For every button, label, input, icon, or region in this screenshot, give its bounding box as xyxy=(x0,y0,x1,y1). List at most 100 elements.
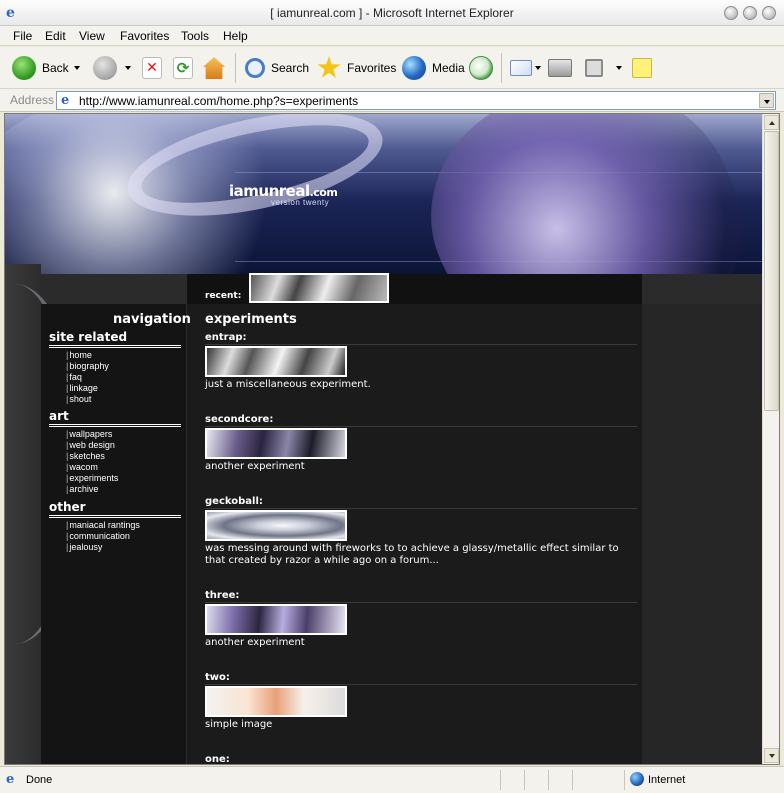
entry-title: secondcore: xyxy=(205,414,637,427)
browser-viewport: iamunreal.com version twenty recent: nav… xyxy=(4,113,780,765)
web-page: iamunreal.com version twenty recent: nav… xyxy=(5,114,763,764)
scroll-down-button[interactable] xyxy=(764,748,779,763)
search-icon xyxy=(245,58,265,78)
vertical-scrollbar[interactable] xyxy=(762,114,779,764)
media-globe-icon xyxy=(402,56,426,80)
edit-button[interactable] xyxy=(585,55,609,81)
sticky-note-icon xyxy=(632,58,652,78)
favorites-star-icon xyxy=(317,56,341,78)
nav-heading: site related xyxy=(49,330,181,348)
entry-thumbnail[interactable] xyxy=(205,510,347,541)
menu-tools[interactable]: Tools xyxy=(181,29,209,43)
nav-link-archive[interactable]: archive xyxy=(66,484,181,495)
nav-link-jealousy[interactable]: jealousy xyxy=(66,542,181,553)
back-button[interactable]: Back xyxy=(12,55,69,81)
entry-thumbnail[interactable] xyxy=(205,686,347,717)
status-divider xyxy=(572,770,573,790)
print-icon xyxy=(548,59,572,77)
status-text: Done xyxy=(26,774,53,786)
section-title: experiments xyxy=(205,312,297,327)
forward-button[interactable] xyxy=(93,55,123,81)
favorites-button[interactable]: Favorites xyxy=(317,55,396,81)
experiment-entry: three: another experiment xyxy=(205,590,637,649)
nav-link-faq[interactable]: faq xyxy=(66,372,181,383)
menu-view[interactable]: View xyxy=(79,29,105,43)
search-label: Search xyxy=(271,61,310,75)
security-zone-text: Internet xyxy=(648,774,686,786)
menu-help[interactable]: Help xyxy=(223,29,248,43)
refresh-button[interactable]: ⟳ xyxy=(173,55,199,81)
nav-link-wallpapers[interactable]: wallpapers xyxy=(66,429,181,440)
nav-link-maniacal-rantings[interactable]: maniacal rantings xyxy=(66,520,181,531)
entry-title: entrap: xyxy=(205,332,637,345)
status-bar: e Done Internet xyxy=(0,766,784,793)
experiment-entry: two: simple image xyxy=(205,672,637,731)
title-bar: e [ iamunreal.com ] - Microsoft Internet… xyxy=(0,0,784,26)
refresh-icon: ⟳ xyxy=(173,57,193,79)
media-label: Media xyxy=(432,61,465,75)
menu-favorites[interactable]: Favorites xyxy=(120,29,169,43)
home-icon xyxy=(203,57,225,79)
entry-thumbnail[interactable] xyxy=(205,346,347,377)
nav-section-art: art wallpapers web design sketches wacom… xyxy=(49,409,181,495)
print-button[interactable] xyxy=(548,55,578,81)
close-button[interactable] xyxy=(762,6,776,20)
forward-dropdown-icon[interactable] xyxy=(125,66,131,70)
menu-file[interactable]: File xyxy=(13,29,32,43)
maximize-button[interactable] xyxy=(743,6,757,20)
mail-icon xyxy=(510,60,532,76)
history-icon xyxy=(469,56,493,80)
site-version: version twenty xyxy=(271,198,330,207)
nav-link-biography[interactable]: biography xyxy=(66,361,181,372)
nav-link-experiments[interactable]: experiments xyxy=(66,473,181,484)
recent-thumbnail[interactable] xyxy=(249,273,389,303)
status-divider xyxy=(524,770,525,790)
status-divider xyxy=(548,770,549,790)
page-status-icon: e xyxy=(6,772,15,787)
forward-arrow-icon xyxy=(93,56,117,80)
entry-title: geckoball: xyxy=(205,496,637,509)
stop-button[interactable]: ✕ xyxy=(142,55,168,81)
nav-link-sketches[interactable]: sketches xyxy=(66,451,181,462)
entry-thumbnail[interactable] xyxy=(205,604,347,635)
address-dropdown-button[interactable] xyxy=(759,93,774,108)
mail-dropdown-icon[interactable] xyxy=(535,66,541,70)
address-url[interactable]: http://www.iamunreal.com/home.php?s=expe… xyxy=(79,94,358,108)
address-input[interactable]: e http://www.iamunreal.com/home.php?s=ex… xyxy=(56,91,776,110)
left-decoration xyxy=(5,264,85,764)
scroll-up-button[interactable] xyxy=(764,115,779,130)
experiment-entry: one: xyxy=(205,754,637,764)
nav-heading: art xyxy=(49,409,181,427)
toolbar-separator xyxy=(235,53,236,83)
entry-title: two: xyxy=(205,672,637,685)
experiment-entry: geckoball: was messing around with firew… xyxy=(205,496,637,567)
media-button[interactable]: Media xyxy=(402,55,465,81)
menu-bar: File Edit View Favorites Tools Help xyxy=(0,26,784,71)
menu-edit[interactable]: Edit xyxy=(45,29,66,43)
entry-title: one: xyxy=(205,754,637,764)
edit-dropdown-icon[interactable] xyxy=(616,66,622,70)
entry-thumbnail[interactable] xyxy=(205,428,347,459)
entry-description: just a miscellaneous experiment. xyxy=(205,379,371,390)
scroll-thumb[interactable] xyxy=(764,131,779,411)
back-dropdown-icon[interactable] xyxy=(74,66,80,70)
navigation-title: navigation xyxy=(113,312,191,327)
internet-zone-globe-icon xyxy=(630,772,644,786)
home-button[interactable] xyxy=(203,55,231,81)
minimize-button[interactable] xyxy=(724,6,738,20)
right-margin xyxy=(642,304,763,764)
nav-link-wacom[interactable]: wacom xyxy=(66,462,181,473)
nav-link-home[interactable]: home xyxy=(66,350,181,361)
mail-button[interactable] xyxy=(510,55,538,81)
nav-section-site-related: site related home biography faq linkage … xyxy=(49,330,181,405)
nav-link-shout[interactable]: shout xyxy=(66,394,181,405)
experiment-entry: secondcore: another experiment xyxy=(205,414,637,473)
notes-button[interactable] xyxy=(632,55,658,81)
nav-link-web-design[interactable]: web design xyxy=(66,440,181,451)
stop-icon: ✕ xyxy=(142,57,162,79)
favorites-label: Favorites xyxy=(347,61,397,75)
nav-link-linkage[interactable]: linkage xyxy=(66,383,181,394)
history-button[interactable] xyxy=(469,55,499,81)
search-button[interactable]: Search xyxy=(245,55,309,81)
nav-link-communication[interactable]: communication xyxy=(66,531,181,542)
